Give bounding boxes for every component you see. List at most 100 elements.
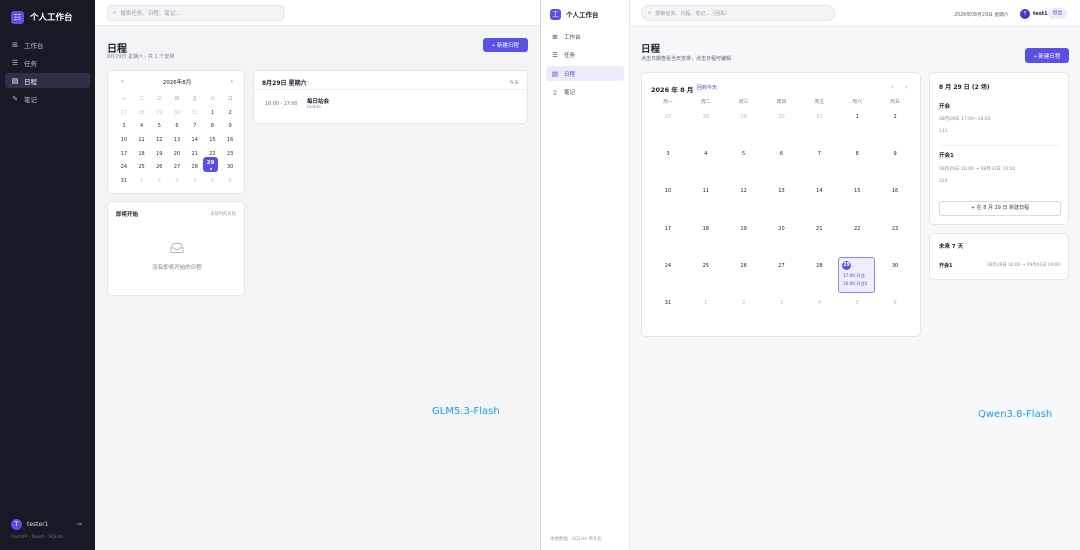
calendar-day[interactable]: 17 (649, 221, 687, 258)
calendar-day[interactable]: 16 (221, 134, 239, 148)
calendar-day[interactable]: 14 (800, 183, 838, 220)
calendar-day[interactable]: 4 (133, 120, 151, 134)
calendar-day[interactable]: 6 (221, 175, 239, 189)
next-month-icon[interactable]: › (905, 83, 908, 91)
calendar-day[interactable]: 18 (133, 148, 151, 162)
event-name[interactable]: 开会 (939, 102, 950, 110)
calendar-day[interactable]: 21 (186, 148, 204, 162)
calendar-day[interactable]: 7 (800, 146, 838, 183)
logout-icon[interactable]: ⇥ (76, 520, 82, 528)
calendar-event-chip[interactable]: 16:00 开会1 (843, 281, 867, 287)
calendar-day[interactable]: 8 (838, 146, 876, 183)
calendar-day[interactable]: 26 (725, 258, 763, 295)
sidebar-item-notes[interactable]: ✎ 笔记 (5, 91, 90, 106)
selected-day[interactable]: 29 17:00 开会 16:00 开会1 (838, 257, 875, 293)
upcoming-link[interactable]: 未按时的日程 (210, 211, 236, 217)
calendar-day[interactable]: 7 (186, 120, 204, 134)
calendar-day[interactable]: 27 (763, 258, 801, 295)
calendar-day[interactable]: 10 (649, 183, 687, 220)
calendar-day[interactable]: 1 (133, 175, 151, 189)
calendar-day[interactable]: 29 (725, 109, 763, 146)
calendar-day[interactable]: 9 (221, 120, 239, 134)
event-name[interactable]: 开会1 (939, 151, 954, 159)
calendar-day[interactable]: 31 (649, 295, 687, 332)
calendar-day[interactable]: 23 (876, 221, 914, 258)
calendar-day[interactable]: 5 (204, 175, 222, 189)
new-schedule-button[interactable]: + 新建日程 (1025, 48, 1069, 63)
calendar-day[interactable]: 8 (204, 120, 222, 134)
calendar-day[interactable]: 6 (168, 120, 186, 134)
logout-button[interactable]: 退出 (1048, 8, 1067, 19)
calendar-day[interactable]: 31 (800, 109, 838, 146)
selected-day[interactable]: 29 (203, 157, 218, 172)
sidebar-item-schedule[interactable]: ▤ 日程 (546, 66, 624, 81)
calendar-day[interactable]: 25 (133, 161, 151, 175)
calendar-day[interactable]: 23 (221, 148, 239, 162)
calendar-day[interactable]: 12 (725, 183, 763, 220)
calendar-day[interactable]: 25 (687, 258, 725, 295)
prev-month-icon[interactable]: ‹ (891, 83, 894, 91)
calendar-day[interactable]: 14 (186, 134, 204, 148)
calendar-day[interactable]: 9 (876, 146, 914, 183)
new-event-on-day-button[interactable]: + 在 8 月 29 日 新建日程 (939, 201, 1061, 216)
sidebar-item-tasks[interactable]: ☰ 任务 (5, 55, 90, 70)
calendar-day[interactable]: 1 (687, 295, 725, 332)
calendar-day[interactable]: 15 (838, 183, 876, 220)
prev-month-icon[interactable]: ‹ (121, 78, 123, 86)
calendar-day[interactable]: 17 (115, 148, 133, 162)
calendar-day[interactable]: 11 (687, 183, 725, 220)
calendar-day[interactable]: 2 (876, 109, 914, 146)
calendar-day[interactable]: 30 (221, 161, 239, 175)
calendar-day[interactable]: 15 (204, 134, 222, 148)
calendar-day[interactable]: 30 (168, 107, 186, 121)
calendar-day[interactable]: 2 (150, 175, 168, 189)
calendar-day[interactable]: 28 (186, 161, 204, 175)
calendar-day[interactable]: 27 (649, 109, 687, 146)
brand[interactable]: 工 个人工作台 (541, 0, 629, 28)
next-month-icon[interactable]: › (231, 78, 233, 86)
calendar-day[interactable]: 19 (725, 221, 763, 258)
calendar-day[interactable]: 6 (876, 295, 914, 332)
calendar-day[interactable]: 24 (649, 258, 687, 295)
calendar-day[interactable]: 28 (133, 107, 151, 121)
calendar-day[interactable]: 4 (800, 295, 838, 332)
calendar-day[interactable]: 24 (115, 161, 133, 175)
calendar-day[interactable]: 11 (133, 134, 151, 148)
calendar-day[interactable]: 29 (150, 107, 168, 121)
calendar-day[interactable]: 2 (725, 295, 763, 332)
calendar-day[interactable]: 10 (115, 134, 133, 148)
calendar-day[interactable]: 19 (150, 148, 168, 162)
calendar-day[interactable]: 20 (763, 221, 801, 258)
today-link[interactable]: 今天 (509, 79, 519, 86)
sidebar-item-dashboard[interactable]: ⊞ 工作台 (5, 37, 90, 52)
calendar-day[interactable]: 16 (876, 183, 914, 220)
calendar-day[interactable]: 2 (221, 107, 239, 121)
sidebar-item-dashboard[interactable]: ⊞ 工作台 (546, 29, 624, 44)
calendar-day[interactable]: 27 (168, 161, 186, 175)
calendar-day[interactable]: 1 (838, 109, 876, 146)
brand[interactable]: ☷ 个人工作台 (0, 0, 95, 34)
calendar-day[interactable]: 26 (150, 161, 168, 175)
calendar-day[interactable]: 30 (763, 109, 801, 146)
calendar-day[interactable]: 3 (649, 146, 687, 183)
calendar-day[interactable]: 20 (168, 148, 186, 162)
event-name[interactable]: 开会1 (939, 262, 952, 269)
sidebar-item-notes[interactable]: ▯ 笔记 (546, 85, 624, 100)
calendar-day[interactable]: 3 (763, 295, 801, 332)
calendar-day[interactable]: 5 (838, 295, 876, 332)
back-to-today-link[interactable]: 回到今天 (697, 84, 717, 91)
event-name[interactable]: 每日站会 (307, 97, 329, 105)
calendar-day[interactable]: 13 (168, 134, 186, 148)
sidebar-item-schedule[interactable]: ▤ 日程 (5, 73, 90, 88)
search-input[interactable]: ⌕ 搜索任务、日程、笔记... (107, 5, 284, 21)
calendar-day[interactable]: 3 (115, 120, 133, 134)
calendar-day[interactable]: 4 (687, 146, 725, 183)
calendar-day[interactable]: 27 (115, 107, 133, 121)
new-schedule-button[interactable]: + 新建日程 (483, 38, 528, 52)
calendar-day[interactable]: 21 (800, 221, 838, 258)
calendar-day[interactable]: 4 (186, 175, 204, 189)
calendar-day[interactable]: 6 (763, 146, 801, 183)
calendar-day[interactable]: 31 (115, 175, 133, 189)
calendar-day[interactable]: 5 (150, 120, 168, 134)
calendar-day[interactable]: 28 (687, 109, 725, 146)
